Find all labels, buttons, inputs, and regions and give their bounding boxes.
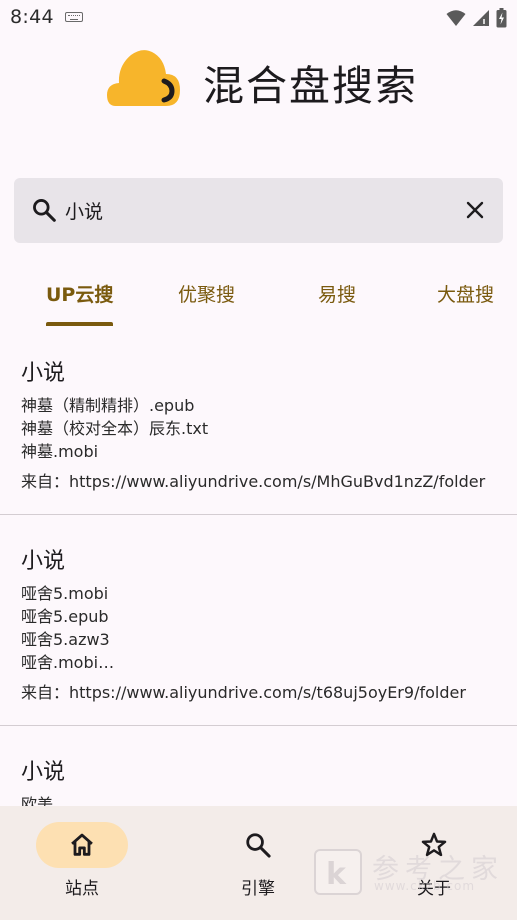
close-icon[interactable] <box>463 198 487 222</box>
search-input[interactable] <box>65 194 445 226</box>
app-title: 混合盘搜索 <box>203 62 418 110</box>
result-file: 神墓（精制精排）.epub <box>21 396 195 415</box>
result-file: 神墓.mobi <box>21 442 99 461</box>
result-title: 小说 <box>21 361 66 386</box>
battery-icon <box>496 8 507 28</box>
result-source-link[interactable]: 来自：https://www.aliyundrive.com/s/MhGuBvd… <box>21 468 496 492</box>
tab-indicator <box>46 322 113 326</box>
result-file: 神墓（校对全本）辰东.txt <box>21 419 209 438</box>
search-bar[interactable] <box>14 178 503 243</box>
status-time: 8:44 <box>10 6 54 28</box>
result-item[interactable]: 小说 欧美 <box>0 726 517 814</box>
tab-up-cloud[interactable]: UP云搜 <box>46 280 113 307</box>
result-source-link[interactable]: 来自：https://www.aliyundrive.com/s/t68uj5o… <box>21 679 496 703</box>
nav-label: 引擎 <box>241 879 275 899</box>
tab-yisou[interactable]: 易搜 <box>318 280 356 307</box>
search-icon[interactable] <box>31 197 57 223</box>
result-file: 哑舍5.azw3 <box>21 630 110 649</box>
app-logo <box>107 50 180 106</box>
watermark-logo: k <box>314 849 362 895</box>
result-item[interactable]: 小说 哑舍5.mobi 哑舍5.epub 哑舍5.azw3 哑舍.mobi… 来… <box>0 515 517 725</box>
app-screen: 8:44 混合盘搜索 小说 UP云搜 优聚搜 易搜 大盘搜 小说 神墓（精制精排… <box>0 0 517 920</box>
watermark-url: www.ckzb.com <box>374 879 476 893</box>
watermark: k 参考之家 www.ckzb.com <box>314 847 514 899</box>
cell-signal-icon <box>473 10 489 26</box>
status-icons <box>446 7 507 29</box>
watermark-letter: k <box>326 857 346 892</box>
nav-item-engines[interactable]: 引擎 <box>198 806 318 920</box>
result-title: 小说 <box>21 549 66 574</box>
engine-tabs: UP云搜 优聚搜 易搜 大盘搜 <box>0 272 517 328</box>
result-file: 哑舍5.epub <box>21 607 109 626</box>
result-item[interactable]: 小说 神墓（精制精排）.epub 神墓（校对全本）辰东.txt 神墓.mobi … <box>0 328 517 514</box>
nav-label: 站点 <box>65 879 99 899</box>
result-title: 小说 <box>21 760 66 785</box>
keyboard-icon <box>65 12 83 22</box>
tab-youju[interactable]: 优聚搜 <box>178 280 235 307</box>
home-icon <box>71 833 93 856</box>
tab-dapan[interactable]: 大盘搜 <box>437 280 494 307</box>
status-bar: 8:44 <box>0 0 517 36</box>
result-file: 哑舍5.mobi <box>21 584 109 603</box>
search-icon <box>246 833 271 858</box>
nav-item-sites[interactable]: 站点 <box>22 806 142 920</box>
wifi-icon <box>446 10 466 26</box>
result-file: 哑舍.mobi… <box>21 653 115 672</box>
